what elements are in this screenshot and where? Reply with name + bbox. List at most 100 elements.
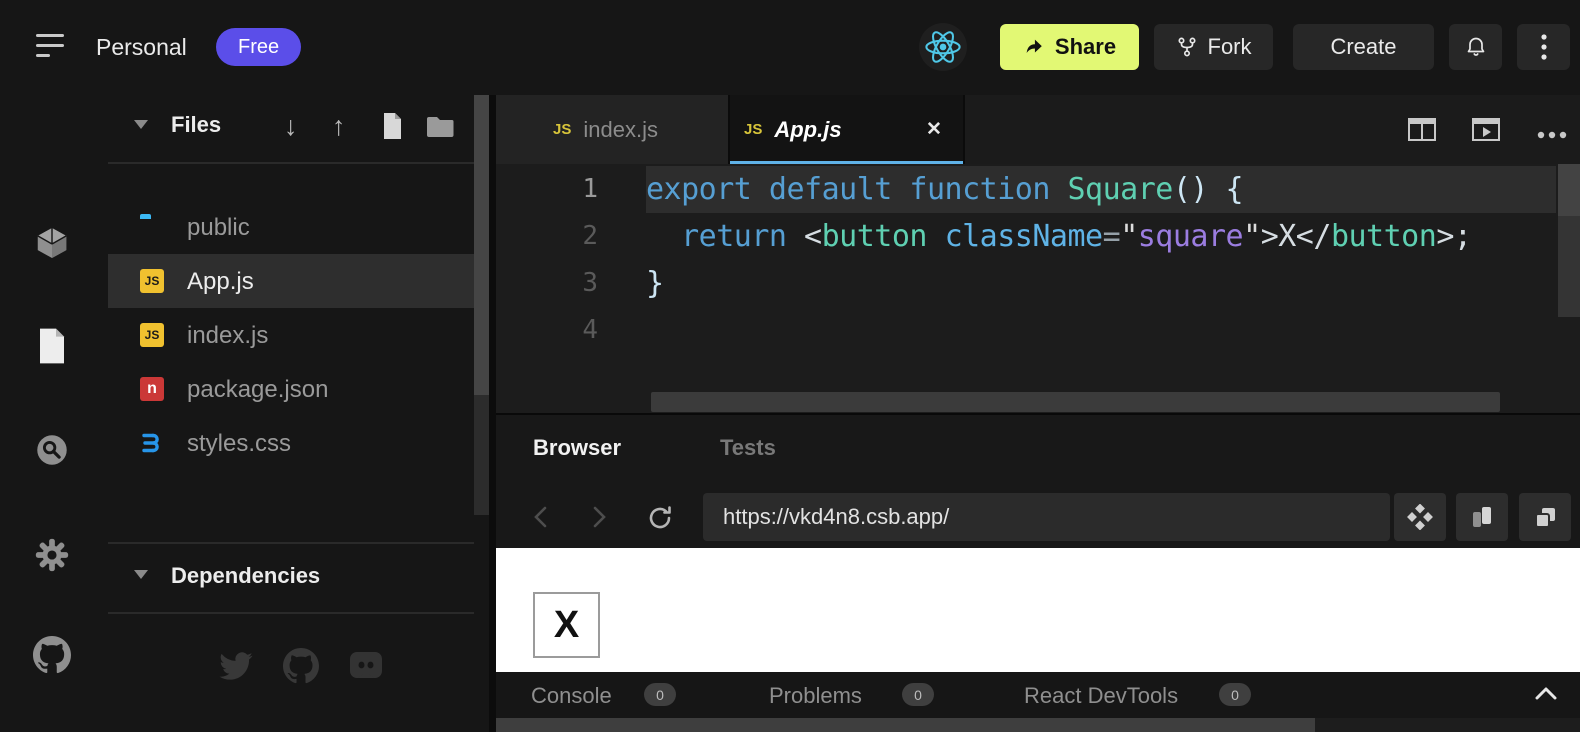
- workspace-name[interactable]: Personal: [96, 34, 187, 61]
- open-preview-icon: [1472, 118, 1500, 141]
- file-name: index.js: [187, 322, 268, 350]
- css-file-icon: [140, 431, 164, 455]
- file-row-appjs[interactable]: JS App.js: [108, 254, 474, 308]
- console-count-badge: 0: [644, 683, 676, 706]
- upload-arrow-icon[interactable]: ↑: [332, 113, 346, 140]
- search-view-button[interactable]: [32, 430, 72, 470]
- back-button[interactable]: [532, 505, 548, 534]
- line-number: 2: [496, 213, 598, 260]
- problems-count-badge: 0: [902, 683, 934, 706]
- files-panel-title: Files: [171, 112, 221, 138]
- file-row-public[interactable]: public: [108, 200, 474, 254]
- forward-button[interactable]: [592, 505, 608, 534]
- open-new-window-icon: [1532, 504, 1558, 530]
- kebab-menu-icon: [1541, 34, 1547, 60]
- refresh-icon: [646, 504, 674, 532]
- tab-react-devtools[interactable]: React DevTools: [1024, 683, 1178, 709]
- line-number: 4: [496, 307, 598, 354]
- new-file-icon[interactable]: [380, 112, 404, 145]
- folder-icon: [140, 215, 164, 239]
- search-icon: [33, 431, 71, 469]
- top-header: Personal Free Share: [0, 0, 1580, 95]
- npm-file-icon: n: [140, 377, 164, 401]
- file-row-packagejson[interactable]: n package.json: [108, 362, 474, 416]
- divider: [963, 95, 965, 164]
- editor-vscrollbar-thumb[interactable]: [1558, 164, 1580, 216]
- code-editor[interactable]: 1 2 3 4 export default function Square()…: [496, 164, 1580, 413]
- file-name: styles.css: [187, 430, 291, 458]
- github-icon: [283, 648, 319, 684]
- fork-icon: [1176, 36, 1198, 58]
- download-arrow-icon[interactable]: ↓: [284, 113, 298, 140]
- files-view-button[interactable]: [32, 326, 72, 366]
- editor-tabbar: JS index.js JS App.js ✕: [496, 95, 1580, 164]
- preview-actions-button[interactable]: [1394, 493, 1446, 541]
- tab-browser[interactable]: Browser: [533, 435, 621, 461]
- open-new-window-button[interactable]: [1519, 493, 1571, 541]
- tab-problems[interactable]: Problems: [769, 683, 862, 709]
- more-options-button[interactable]: [1517, 24, 1570, 70]
- codesandbox-window: Personal Free Share: [0, 0, 1580, 732]
- editor-more-button[interactable]: [1537, 126, 1567, 144]
- discord-link[interactable]: [348, 650, 384, 687]
- code-line-3: }: [646, 260, 664, 307]
- twitter-link[interactable]: [218, 648, 254, 689]
- refresh-button[interactable]: [646, 504, 674, 537]
- files-scrollbar-thumb[interactable]: [474, 95, 489, 395]
- js-file-icon: JS: [553, 121, 571, 138]
- bottom-scrollbar-thumb[interactable]: [496, 718, 1315, 732]
- tab-label: App.js: [774, 117, 841, 143]
- tab-appjs[interactable]: JS App.js ✕: [730, 95, 963, 164]
- share-label: Share: [1055, 34, 1116, 60]
- discord-icon: [348, 650, 384, 682]
- file-row-indexjs[interactable]: JS index.js: [108, 308, 474, 362]
- menu-icon[interactable]: [36, 34, 64, 57]
- divider: [108, 612, 474, 614]
- file-row-stylescss[interactable]: styles.css: [108, 416, 474, 470]
- fork-label: Fork: [1208, 34, 1252, 60]
- browser-preview: X: [496, 548, 1580, 672]
- devtools-count-badge: 0: [1219, 683, 1251, 706]
- codesandbox-cube-icon: [33, 224, 71, 262]
- file-name: package.json: [187, 376, 328, 404]
- create-button[interactable]: Create: [1293, 24, 1434, 70]
- js-file-icon: JS: [744, 121, 762, 138]
- split-editor-icon: [1408, 118, 1436, 141]
- file-icon: [36, 327, 68, 365]
- sandbox-explorer-button[interactable]: [32, 223, 72, 263]
- settings-button[interactable]: [32, 535, 72, 575]
- square-button[interactable]: X: [533, 592, 600, 658]
- preview-actions-icon: [1407, 504, 1433, 530]
- tab-label: index.js: [583, 117, 658, 143]
- plan-badge: Free: [216, 28, 301, 66]
- close-tab-icon[interactable]: ✕: [926, 118, 942, 141]
- editor-vscrollbar[interactable]: [1558, 164, 1580, 317]
- js-file-icon: JS: [140, 323, 164, 347]
- share-button[interactable]: Share: [1000, 24, 1139, 70]
- url-input[interactable]: [703, 493, 1390, 541]
- share-arrow-icon: [1023, 36, 1045, 58]
- files-scrollbar[interactable]: [474, 95, 489, 515]
- github-panel-button[interactable]: [32, 635, 72, 675]
- split-editor-button[interactable]: [1408, 118, 1436, 146]
- fork-button[interactable]: Fork: [1154, 24, 1273, 70]
- notifications-button[interactable]: [1449, 24, 1502, 70]
- editor-hscrollbar-thumb[interactable]: [651, 392, 1500, 412]
- ellipsis-icon: [1537, 131, 1567, 139]
- tab-tests[interactable]: Tests: [720, 435, 776, 461]
- collapse-dependencies-icon[interactable]: [134, 570, 148, 579]
- panels-button[interactable]: [1456, 493, 1508, 541]
- new-folder-icon[interactable]: [426, 116, 454, 143]
- expand-console-button[interactable]: [1535, 687, 1557, 705]
- line-number: 3: [496, 260, 598, 307]
- github-link[interactable]: [283, 648, 319, 689]
- open-preview-button[interactable]: [1472, 118, 1500, 146]
- panel-divider[interactable]: [489, 95, 496, 732]
- console-bar: Console 0 Problems 0 React DevTools 0: [496, 672, 1580, 718]
- tab-console[interactable]: Console: [531, 683, 612, 709]
- tab-indexjs[interactable]: JS index.js: [496, 95, 728, 164]
- bottom-scrollbar[interactable]: [496, 718, 1580, 732]
- file-name: public: [187, 214, 250, 242]
- chevron-up-icon: [1535, 687, 1557, 700]
- collapse-files-icon[interactable]: [134, 120, 148, 129]
